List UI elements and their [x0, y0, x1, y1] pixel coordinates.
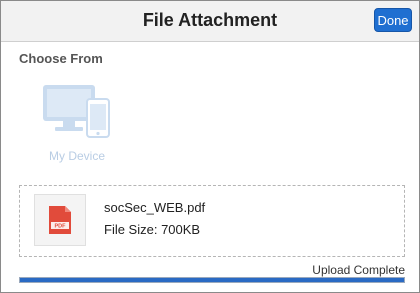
dialog-title: File Attachment	[142, 10, 278, 30]
attached-file-card: PDF socSec_WEB.pdf File Size: 700KB	[19, 185, 405, 257]
pdf-file-icon: PDF	[49, 206, 71, 234]
desktop-mobile-icon	[43, 85, 110, 138]
dialog-header: File Attachment Done	[1, 1, 419, 42]
file-size: File Size: 700KB	[104, 222, 201, 237]
my-device-label: My Device	[48, 149, 105, 163]
choose-from-heading: Choose From	[19, 51, 103, 66]
pdf-icon-text: PDF	[55, 224, 67, 230]
upload-progress-fill	[20, 278, 404, 282]
upload-progress-bar	[19, 277, 405, 283]
pdf-thumbnail: PDF	[34, 194, 86, 246]
my-device-option[interactable]: My Device	[37, 83, 117, 165]
file-attachment-dialog: File Attachment Done Choose From My Devi…	[0, 0, 420, 293]
upload-status: Upload Complete	[312, 263, 405, 277]
done-button[interactable]: Done	[374, 8, 412, 32]
file-name: socSec_WEB.pdf	[104, 200, 206, 215]
